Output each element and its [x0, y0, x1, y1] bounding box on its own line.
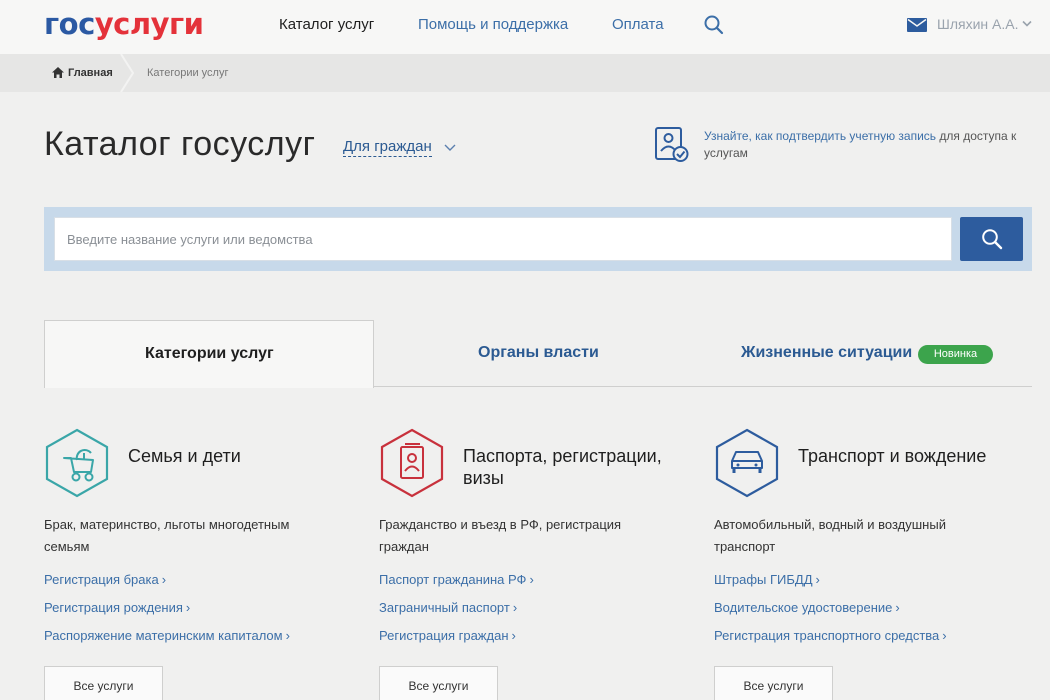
category-title[interactable]: Семья и дети: [128, 445, 348, 467]
category-description: Гражданство и въезд в РФ, регистрация гр…: [379, 517, 622, 554]
gosuslugi-logo[interactable]: госуслуги: [44, 7, 204, 41]
category-link[interactable]: Заграничный паспорт ›: [379, 600, 517, 615]
category-title[interactable]: Транспорт и вождение: [798, 445, 1018, 467]
home-icon[interactable]: [52, 67, 64, 78]
category-link[interactable]: Регистрация транспортного средства ›: [714, 628, 947, 643]
breadcrumb: Главная Категории услуг: [0, 54, 1050, 92]
category-link[interactable]: Штрафы ГИБДД ›: [714, 572, 820, 587]
search-button[interactable]: [960, 217, 1023, 261]
mail-icon[interactable]: [907, 18, 927, 32]
category-link-label: Регистрация рождения: [44, 600, 183, 615]
user-name[interactable]: Шляхин А.А.: [937, 16, 1018, 32]
nav-payment[interactable]: Оплата: [612, 16, 664, 33]
nav-catalog[interactable]: Каталог услуг: [279, 16, 374, 33]
category-link-label: Распоряжение материнским капиталом: [44, 628, 283, 643]
search-input[interactable]: [54, 217, 952, 261]
search-icon: [982, 229, 1003, 250]
category-link[interactable]: Регистрация граждан ›: [379, 628, 516, 643]
chevron-down-icon[interactable]: [1022, 20, 1032, 28]
chevron-right-icon: ›: [942, 628, 947, 643]
car-icon[interactable]: [714, 428, 780, 498]
logo-part-gos: гос: [44, 7, 95, 41]
audience-dropdown[interactable]: Для граждан: [343, 138, 432, 157]
nav-help[interactable]: Помощь и поддержка: [418, 16, 568, 33]
category-family: Семья и дети Брак, материнство, льготы м…: [44, 428, 354, 700]
chevron-down-icon[interactable]: [444, 143, 456, 152]
new-badge: Новинка: [918, 345, 993, 364]
chevron-right-icon: ›: [285, 628, 290, 643]
all-services-button[interactable]: Все услуги: [44, 666, 163, 700]
passport-icon[interactable]: [379, 428, 445, 498]
chevron-right-icon: ›: [895, 600, 900, 615]
chevron-right-icon: ›: [161, 572, 167, 587]
category-link-label: Регистрация брака: [44, 572, 159, 587]
breadcrumb-current: Категории услуг: [147, 67, 229, 79]
tab-categories-label[interactable]: Категории услуг: [145, 345, 274, 363]
top-header: госуслуги Каталог услуг Помощь и поддерж…: [0, 0, 1050, 54]
tabs-divider: [373, 386, 1032, 387]
all-services-button[interactable]: Все услуги: [379, 666, 498, 700]
category-title[interactable]: Паспорта, регистрации, визы: [463, 445, 683, 489]
category-link[interactable]: Регистрация рождения ›: [44, 600, 190, 615]
tab-life-situations[interactable]: Жизненные ситуации: [741, 344, 912, 362]
category-description: Брак, материнство, льготы многодетным се…: [44, 517, 290, 554]
category-description: Автомобильный, водный и воздушный трансп…: [714, 517, 946, 554]
category-link-label: Штрафы ГИБДД: [714, 572, 813, 587]
logo-part-uslugi: услуги: [94, 7, 204, 41]
category-link[interactable]: Регистрация брака ›: [44, 572, 166, 587]
chevron-right-icon: ›: [512, 600, 518, 615]
category-link-label: Регистрация граждан: [379, 628, 509, 643]
category-link-label: Заграничный паспорт: [379, 600, 510, 615]
breadcrumb-separator: [120, 54, 135, 92]
confirm-account-link[interactable]: Узнайте, как подтвердить учетную запись: [704, 129, 936, 143]
category-link[interactable]: Водительское удостоверение ›: [714, 600, 900, 615]
page-title: Каталог госуслуг: [44, 125, 316, 163]
chevron-right-icon: ›: [815, 572, 820, 587]
category-link[interactable]: Паспорт гражданина РФ ›: [379, 572, 534, 587]
confirm-account-hint: Узнайте, как подтвердить учетную запись …: [704, 128, 1034, 162]
category-passports: Паспорта, регистрации, визы Гражданство …: [379, 428, 689, 700]
chevron-right-icon: ›: [511, 628, 516, 643]
category-transport: Транспорт и вождение Автомобильный, водн…: [714, 428, 1024, 700]
search-icon[interactable]: [703, 14, 725, 36]
breadcrumb-home[interactable]: Главная: [68, 67, 113, 79]
category-link[interactable]: Распоряжение материнским капиталом ›: [44, 628, 290, 643]
category-link-label: Водительское удостоверение: [714, 600, 893, 615]
tab-authorities[interactable]: Органы власти: [478, 344, 599, 362]
stroller-icon[interactable]: [44, 428, 110, 498]
chevron-right-icon: ›: [529, 572, 534, 587]
all-services-button[interactable]: Все услуги: [714, 666, 833, 700]
chevron-right-icon: ›: [185, 600, 191, 615]
category-link-label: Паспорт гражданина РФ: [379, 572, 527, 587]
category-link-label: Регистрация транспортного средства: [714, 628, 940, 643]
id-card-check-icon: [655, 127, 689, 162]
